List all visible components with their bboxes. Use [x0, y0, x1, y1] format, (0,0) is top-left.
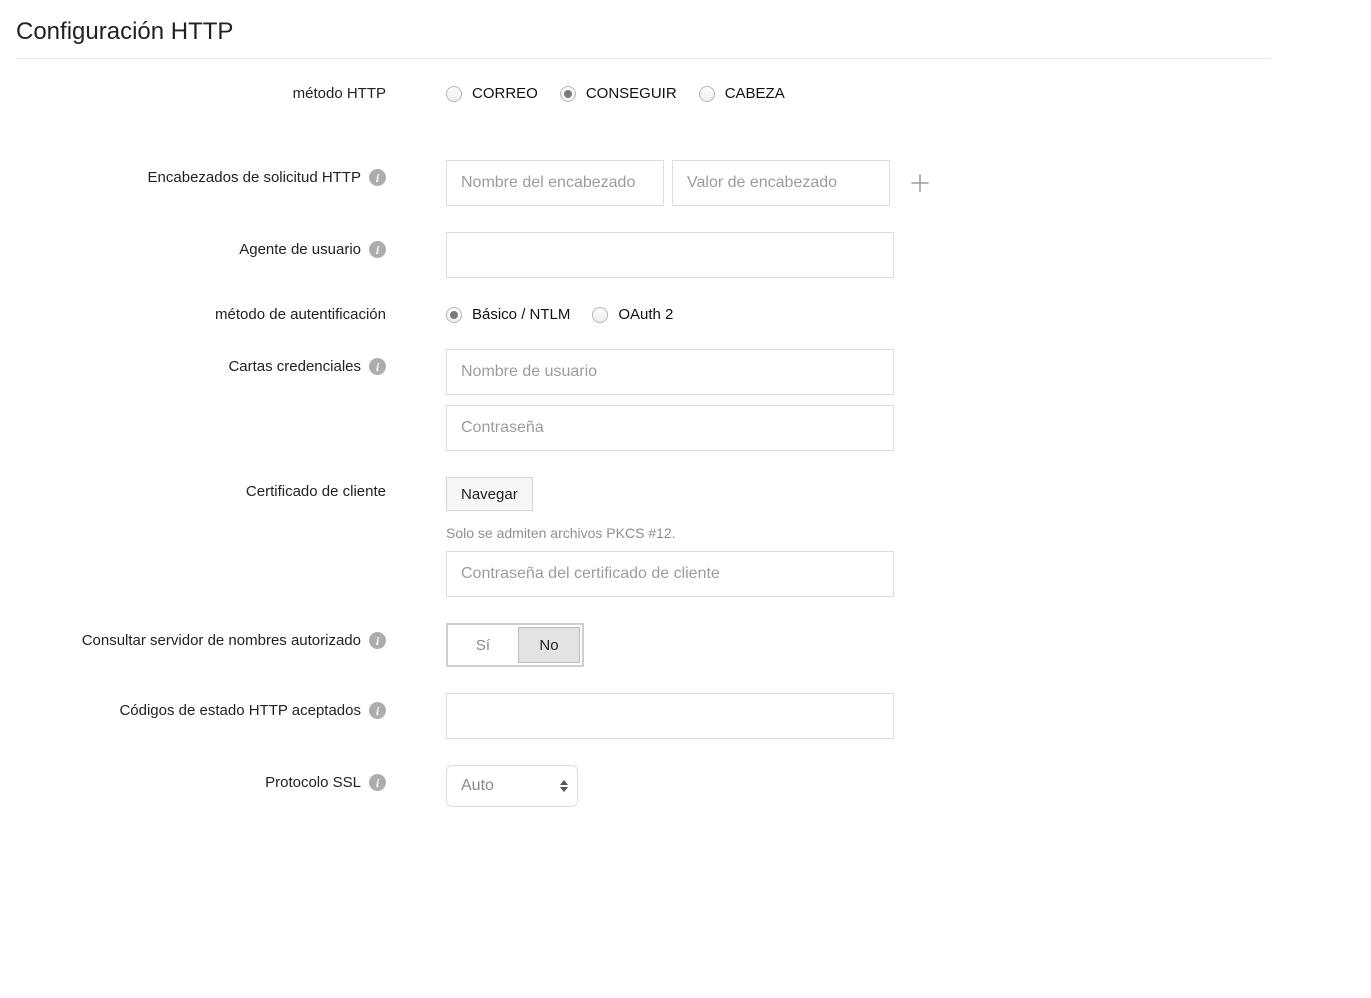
username-input[interactable] — [446, 349, 894, 395]
password-input[interactable] — [446, 405, 894, 451]
browse-button[interactable]: Navegar — [446, 477, 533, 511]
client-cert-help: Solo se admiten archivos PKCS #12. — [446, 525, 1270, 541]
http-method-post-radio[interactable]: CORREO — [446, 85, 538, 102]
consult-ns-label: Consultar servidor de nombres autorizado — [82, 632, 361, 649]
request-headers-label: Encabezados de solicitud HTTP — [148, 169, 361, 186]
ssl-protocol-label: Protocolo SSL — [265, 774, 361, 791]
radio-icon — [446, 307, 462, 323]
info-icon[interactable]: i — [369, 169, 386, 186]
http-method-get-radio[interactable]: CONSEGUIR — [560, 85, 677, 102]
auth-basic-label: Básico / NTLM — [472, 306, 570, 323]
auth-method-label: método de autentificación — [215, 306, 386, 323]
http-method-head-radio[interactable]: CABEZA — [699, 85, 785, 102]
radio-icon — [560, 86, 576, 102]
client-cert-label: Certificado de cliente — [246, 483, 386, 500]
ns-toggle: Sí No — [446, 623, 584, 667]
radio-icon — [592, 307, 608, 323]
credentials-label: Cartas credenciales — [228, 358, 361, 375]
http-method-head-label: CABEZA — [725, 85, 785, 102]
page-title: Configuración HTTP — [16, 18, 1270, 46]
ssl-protocol-selected: Auto — [461, 777, 494, 795]
accepted-status-label: Códigos de estado HTTP aceptados — [119, 702, 361, 719]
http-method-label: método HTTP — [293, 85, 386, 102]
auth-basic-radio[interactable]: Básico / NTLM — [446, 306, 570, 323]
client-cert-password-input[interactable] — [446, 551, 894, 597]
radio-icon — [699, 86, 715, 102]
header-value-input[interactable] — [672, 160, 890, 206]
add-header-button[interactable] — [908, 171, 932, 195]
info-icon[interactable]: i — [369, 241, 386, 258]
auth-oauth2-label: OAuth 2 — [618, 306, 673, 323]
accepted-status-input[interactable] — [446, 693, 894, 739]
info-icon[interactable]: i — [369, 358, 386, 375]
ns-toggle-no[interactable]: No — [518, 627, 580, 663]
header-name-input[interactable] — [446, 160, 664, 206]
divider — [16, 58, 1270, 59]
http-method-get-label: CONSEGUIR — [586, 85, 677, 102]
http-method-post-label: CORREO — [472, 85, 538, 102]
info-icon[interactable]: i — [369, 702, 386, 719]
ssl-protocol-select[interactable]: Auto — [446, 765, 578, 807]
auth-method-radio-group: Básico / NTLM OAuth 2 — [446, 304, 1270, 323]
info-icon[interactable]: i — [369, 632, 386, 649]
info-icon[interactable]: i — [369, 774, 386, 791]
http-method-radio-group: CORREO CONSEGUIR CABEZA — [446, 83, 1270, 102]
user-agent-input[interactable] — [446, 232, 894, 278]
radio-icon — [446, 86, 462, 102]
user-agent-label: Agente de usuario — [239, 241, 361, 258]
auth-oauth2-radio[interactable]: OAuth 2 — [592, 306, 673, 323]
ns-toggle-yes[interactable]: Sí — [450, 627, 516, 663]
